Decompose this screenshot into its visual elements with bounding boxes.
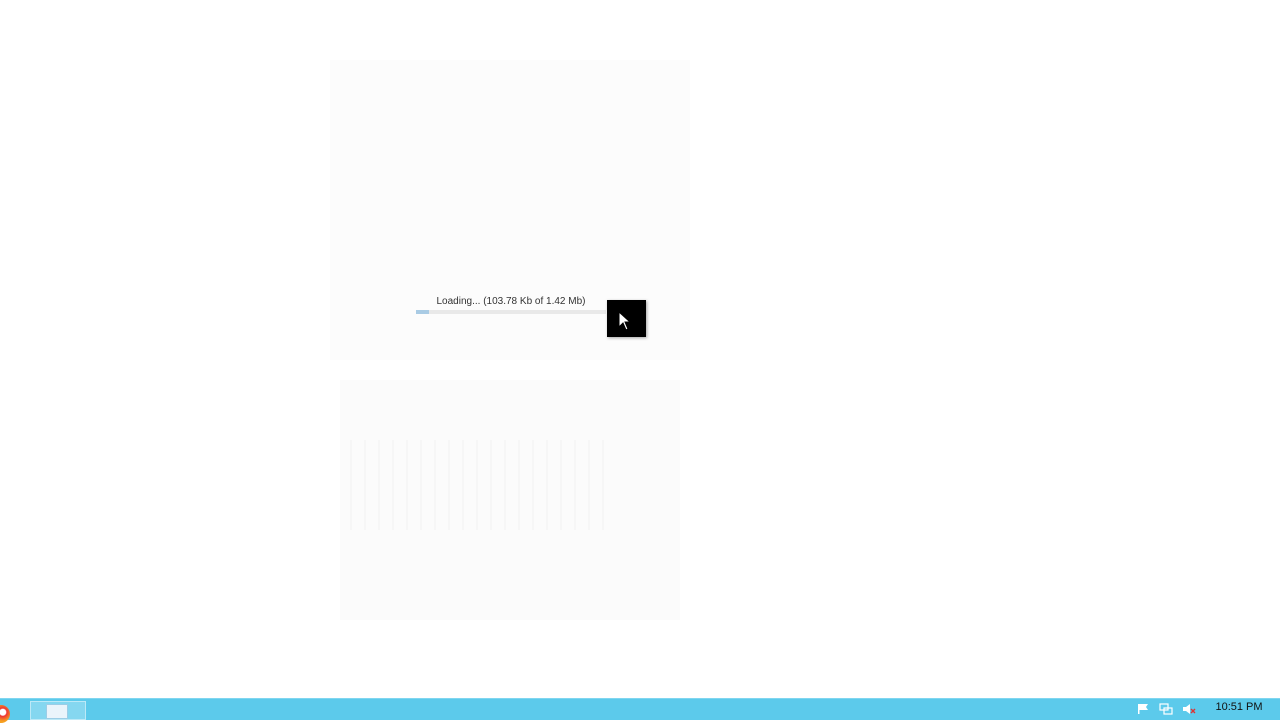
file-explorer-icon: [46, 704, 68, 719]
speaker-icon[interactable]: [1182, 703, 1196, 715]
pointer-cursor-icon: [618, 311, 632, 331]
loading-indicator: Loading... (103.78 Kb of 1.42 Mb): [416, 294, 606, 324]
loading-progress-track: [416, 310, 606, 314]
start-orb-icon[interactable]: [0, 705, 10, 723]
loading-status-text: Loading... (103.78 Kb of 1.42 Mb): [436, 296, 586, 307]
mouse-cursor-overlay: [607, 300, 646, 337]
taskbar-clock[interactable]: 10:51 PM: [1208, 701, 1270, 713]
network-icon[interactable]: [1159, 703, 1173, 715]
background-table-ghost: [350, 440, 610, 530]
taskbar: 10:51 PM: [0, 698, 1280, 723]
action-center-flag-icon[interactable]: [1136, 703, 1150, 715]
taskbar-app-file-explorer[interactable]: [30, 701, 86, 720]
loading-progress-fill: [416, 310, 430, 314]
